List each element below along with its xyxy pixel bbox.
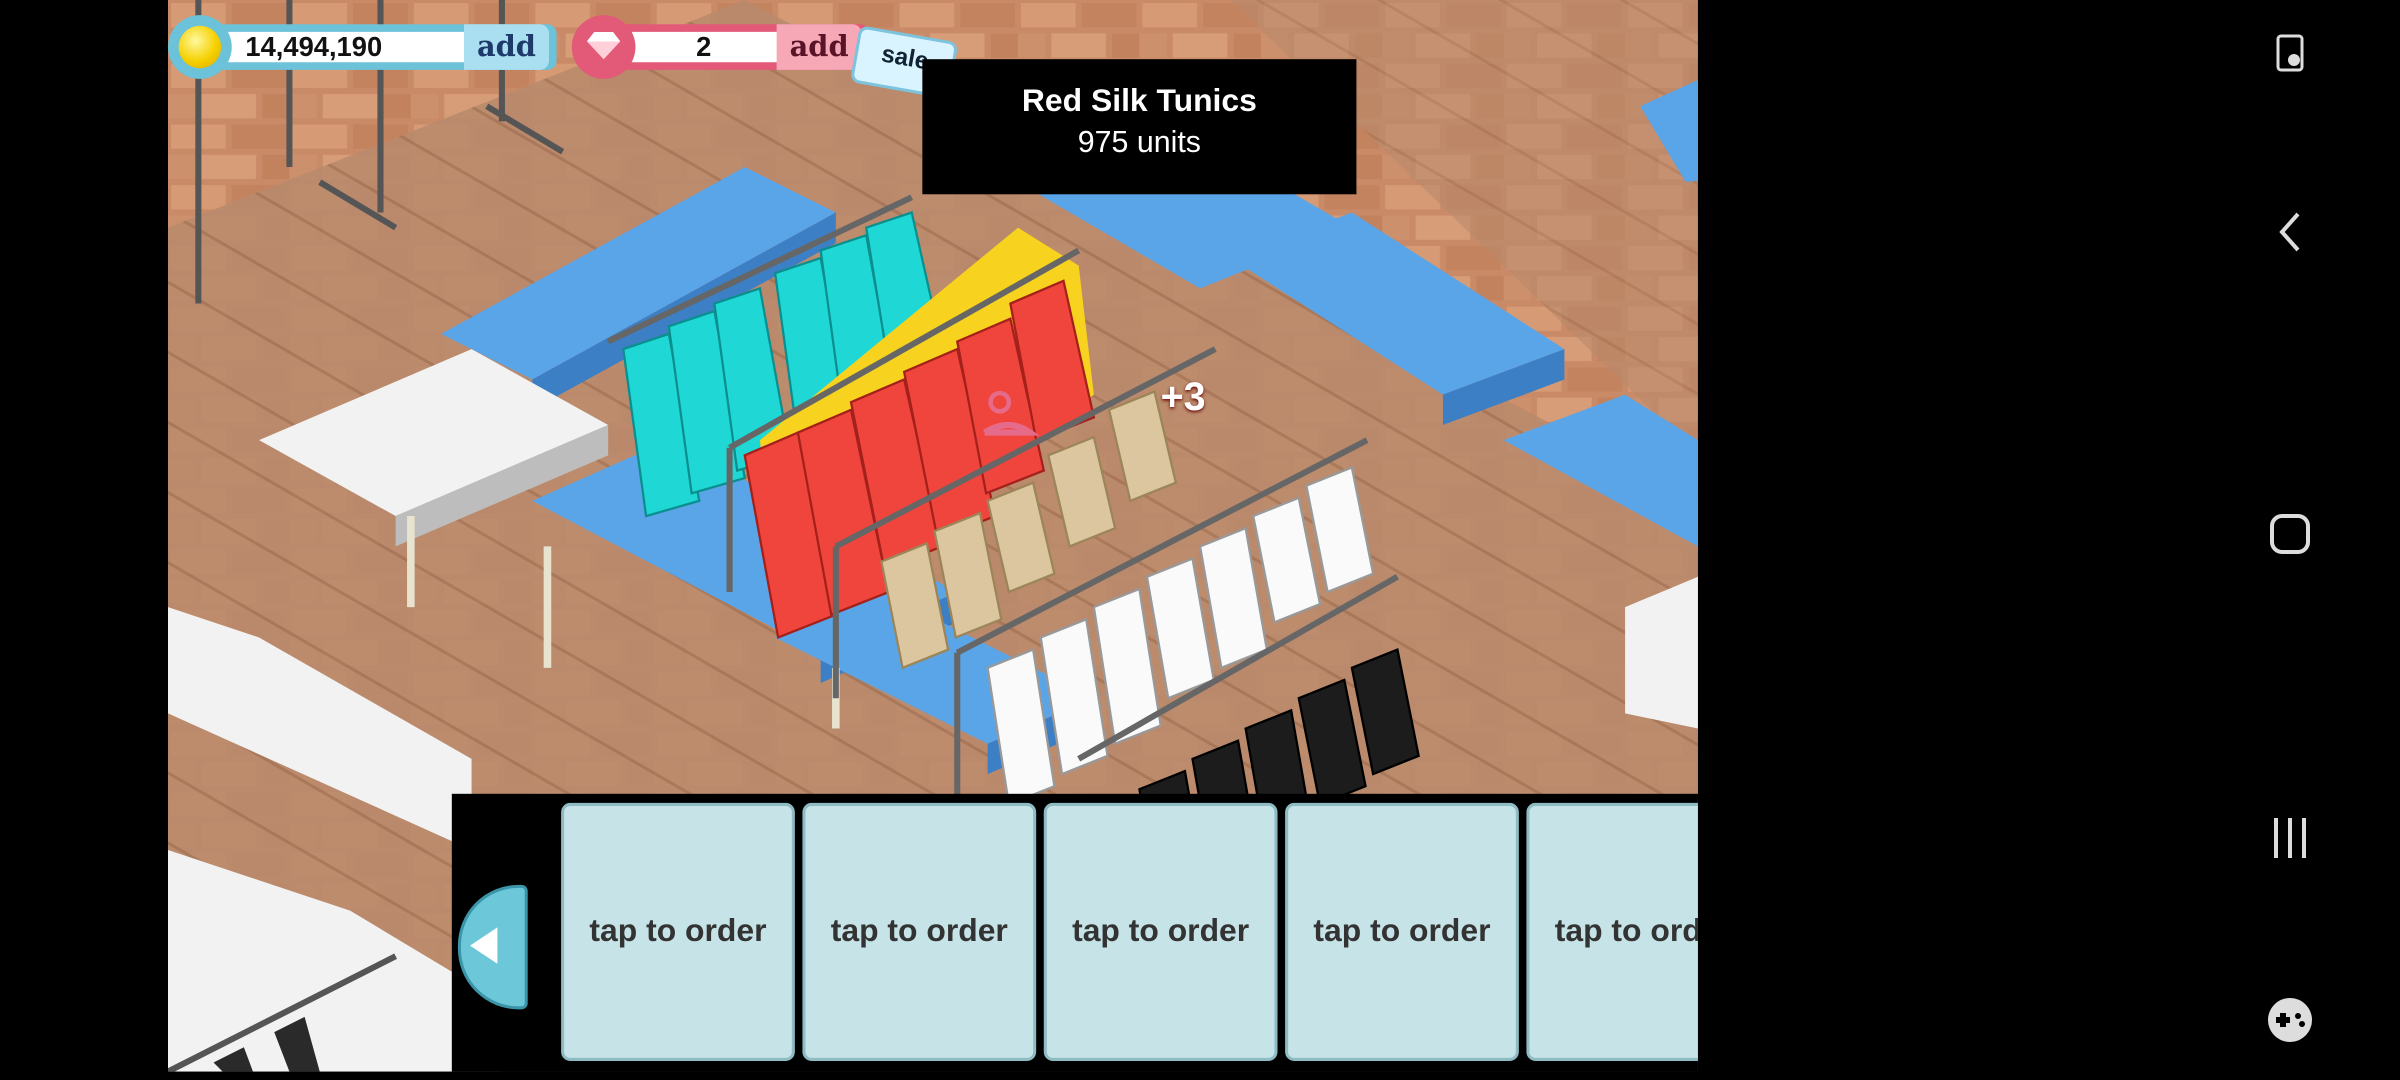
gem-amount: 2 bbox=[696, 31, 712, 63]
game-screen[interactable]: 14,494,190 add 2 add sale Red Silk Tunic… bbox=[168, 0, 1698, 1072]
screen-lock-icon[interactable] bbox=[2264, 28, 2316, 80]
order-slot[interactable]: tap to order bbox=[561, 802, 795, 1061]
tooltip-title: Red Silk Tunics bbox=[1021, 83, 1257, 119]
home-icon[interactable] bbox=[2264, 508, 2316, 560]
gem-pill: 2 add bbox=[611, 24, 870, 70]
left-letterbox bbox=[0, 0, 168, 1080]
gem-icon bbox=[571, 15, 636, 79]
order-slot[interactable]: tap to order bbox=[802, 802, 1037, 1061]
scroll-left-arrow-icon[interactable] bbox=[457, 884, 528, 1010]
order-slot[interactable]: tap to order bbox=[1043, 802, 1278, 1061]
add-gems-button[interactable]: add bbox=[776, 24, 862, 70]
coin-icon bbox=[168, 15, 232, 79]
order-slot[interactable]: tap to order bbox=[1285, 802, 1519, 1061]
coin-pill: 14,494,190 add bbox=[210, 24, 557, 70]
item-tooltip: Red Silk Tunics 975 units bbox=[922, 59, 1357, 195]
system-nav-bar bbox=[2176, 0, 2400, 1080]
bonus-indicator: +3 bbox=[1160, 373, 1206, 419]
recent-apps-icon[interactable] bbox=[2264, 812, 2316, 864]
order-tray: tap to order tap to order tap to order t… bbox=[451, 793, 1698, 1072]
tooltip-units: 975 units bbox=[1077, 125, 1201, 160]
coin-amount: 14,494,190 bbox=[245, 31, 383, 63]
game-launcher-icon[interactable] bbox=[2264, 994, 2316, 1046]
back-icon[interactable] bbox=[2264, 206, 2316, 258]
coin-counter: 14,494,190 add bbox=[168, 15, 560, 79]
add-coins-button[interactable]: add bbox=[463, 24, 549, 70]
order-slot[interactable]: tap to order bbox=[1526, 802, 1698, 1061]
gem-counter: 2 add bbox=[566, 15, 870, 79]
